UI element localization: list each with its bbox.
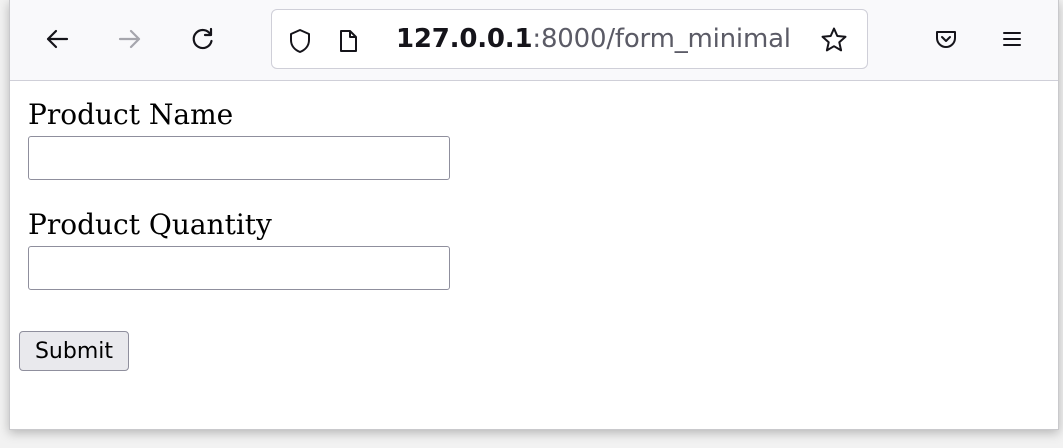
forward-button[interactable] [111,20,149,58]
product-name-label: Product Name [28,98,234,131]
reload-icon [192,27,213,50]
product-form: Product Name Product Quantity [28,98,450,290]
url-host: 127.0.0.1 [396,24,533,54]
shield-icon[interactable] [288,28,312,54]
product-name-input[interactable] [28,136,450,180]
back-arrow-icon [46,29,69,49]
hamburger-menu-icon [1003,32,1021,46]
menu-button[interactable] [993,20,1031,58]
submit-button[interactable]: Submit [19,331,129,371]
url-bar[interactable]: 127.0.0.1:8000/form_minimal [271,9,868,69]
product-quantity-input[interactable] [28,246,450,290]
back-button[interactable] [38,20,76,58]
browser-toolbar: 127.0.0.1:8000/form_minimal [10,0,1058,81]
forward-arrow-icon [118,29,141,49]
browser-window: 127.0.0.1:8000/form_minimal Product Name… [9,0,1059,430]
product-quantity-label: Product Quantity [28,208,272,241]
pocket-button[interactable] [927,20,965,58]
reload-button[interactable] [184,20,222,58]
pocket-icon [936,31,956,48]
star-icon[interactable] [820,26,848,54]
url-text[interactable]: 127.0.0.1:8000/form_minimal [396,24,791,54]
url-path: :8000/form_minimal [532,24,791,54]
page-icon[interactable] [338,29,358,53]
